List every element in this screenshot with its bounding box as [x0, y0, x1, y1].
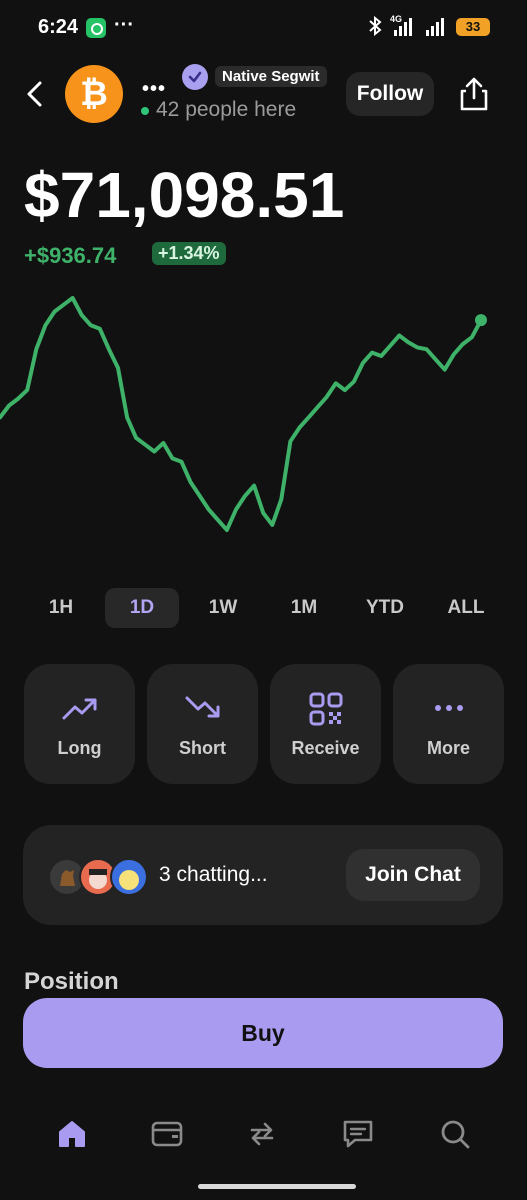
more-actions-button[interactable]: More [393, 664, 504, 784]
long-button[interactable]: Long [24, 664, 135, 784]
whatsapp-notification-icon [86, 18, 106, 38]
price-chart[interactable] [0, 290, 527, 550]
nav-wallet[interactable] [147, 1114, 187, 1154]
nav-swap[interactable] [242, 1114, 282, 1154]
address-type-tag: Native Segwit [215, 66, 327, 87]
chat-icon [343, 1120, 373, 1148]
join-chat-button[interactable]: Join Chat [346, 849, 480, 901]
buy-button[interactable]: Buy [23, 998, 503, 1068]
nav-home[interactable] [52, 1114, 92, 1154]
follow-button[interactable]: Follow [346, 72, 434, 116]
short-label: Short [179, 738, 226, 758]
battery-indicator: 33 [456, 18, 490, 36]
bluetooth-icon [368, 15, 382, 41]
wallet-icon [151, 1121, 183, 1147]
range-1h[interactable]: 1H [24, 588, 98, 628]
people-here-count: 42 people here [156, 98, 297, 121]
search-icon [441, 1120, 470, 1149]
more-label: More [426, 738, 470, 758]
verified-badge-icon [182, 64, 208, 90]
share-icon [460, 77, 488, 111]
online-dot-icon [141, 107, 149, 115]
price-change: +$936.74 [24, 243, 117, 268]
avatar-duck [110, 858, 148, 896]
signal-icon: 4G [390, 14, 450, 38]
range-1w[interactable]: 1W [186, 588, 260, 628]
range-all[interactable]: ALL [429, 588, 503, 628]
home-indicator [198, 1184, 356, 1189]
receive-button[interactable]: Receive [270, 664, 381, 784]
time-range-selector: 1H 1D 1W 1M YTD ALL [20, 588, 507, 630]
short-button[interactable]: Short [147, 664, 258, 784]
status-time: 6:24 [38, 16, 79, 38]
share-button[interactable] [458, 76, 490, 112]
status-more-notifications: ··· [114, 14, 134, 36]
nav-chat[interactable] [338, 1114, 378, 1154]
price-line [0, 296, 483, 532]
bitcoin-logo: ₿ [65, 65, 123, 123]
current-price: $71,098.51 [24, 159, 345, 231]
price-change-percent: +1.34% [152, 242, 226, 265]
long-label: Long [57, 738, 102, 758]
swap-icon [250, 1122, 274, 1146]
range-1d[interactable]: 1D [105, 588, 179, 628]
back-button[interactable] [24, 80, 48, 108]
more-dots-icon [434, 705, 463, 711]
chevron-left-icon [27, 81, 42, 107]
receive-label: Receive [291, 738, 360, 758]
qr-code-icon [309, 692, 342, 726]
chatting-count: 3 chatting... [159, 863, 268, 886]
position-heading: Position [24, 968, 119, 995]
latest-price-point [475, 314, 487, 327]
trend-up-icon [62, 698, 96, 720]
nav-search[interactable] [435, 1114, 475, 1154]
home-icon [59, 1121, 85, 1147]
range-ytd[interactable]: YTD [348, 588, 422, 628]
network-type: 4G [390, 14, 403, 24]
trend-down-icon [185, 696, 219, 718]
range-1m[interactable]: 1M [267, 588, 341, 628]
bitcoin-symbol: ₿ [80, 74, 108, 113]
chat-card[interactable]: 3 chatting... Join Chat [23, 825, 503, 925]
